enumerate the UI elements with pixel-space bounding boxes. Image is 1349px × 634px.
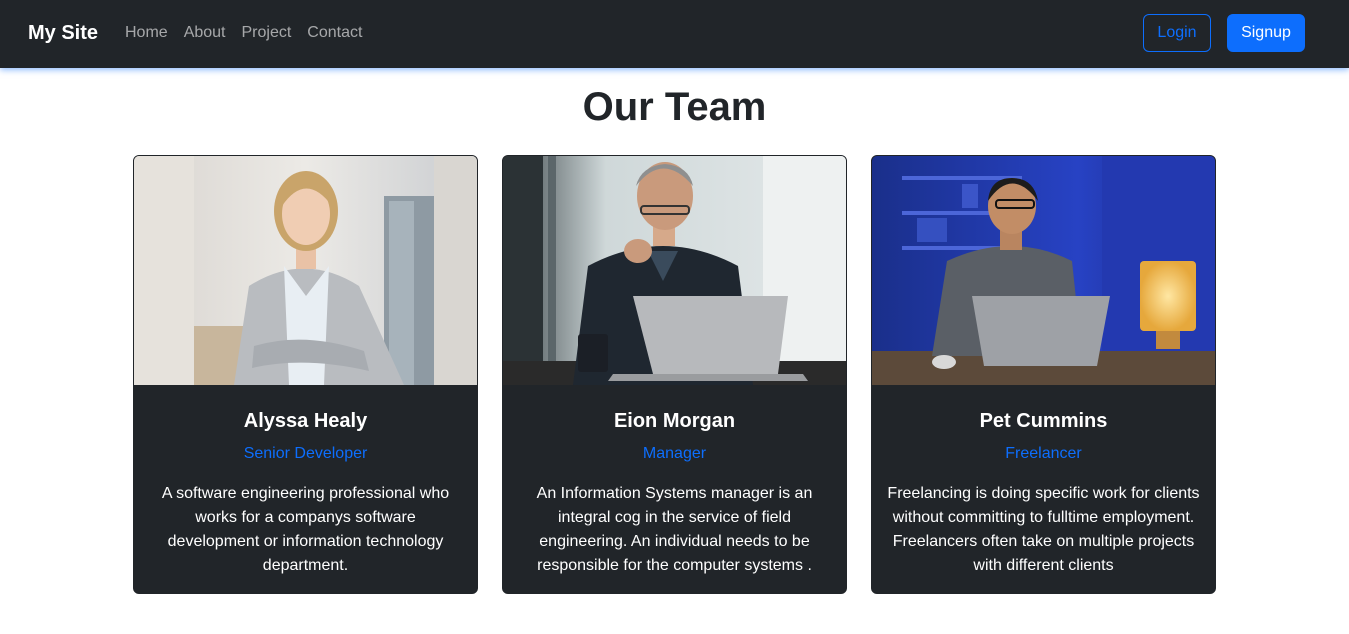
login-button[interactable]: Login (1143, 14, 1211, 52)
team-member-name: Eion Morgan (613, 410, 736, 432)
navbar: My Site Home About Project Contact Login… (0, 0, 1349, 68)
team-member-description: A software engineering professional who … (161, 485, 450, 574)
nav-link-contact[interactable]: Contact (307, 22, 362, 44)
page-title: Our Team (582, 85, 767, 129)
brand-logo[interactable]: My Site (28, 20, 98, 46)
nav-link-project[interactable]: Project (242, 22, 292, 44)
team-member-role: Senior Developer (243, 445, 368, 462)
nav-links: Home About Project Contact (125, 22, 362, 44)
team-member-description: Freelancing is doing specific work for c… (887, 485, 1200, 574)
nav-link-about[interactable]: About (184, 22, 226, 44)
team-member-role: Freelancer (1005, 445, 1082, 462)
team-card: Eion Morgan Manager An Information Syste… (502, 155, 847, 594)
team-member-name: Pet Cummins (979, 410, 1108, 432)
team-member-name: Alyssa Healy (243, 410, 368, 432)
team-member-photo (872, 156, 1215, 385)
team-member-role: Manager (642, 445, 707, 462)
team-member-description: An Information Systems manager is an int… (536, 485, 813, 574)
nav-link-home[interactable]: Home (125, 22, 168, 44)
signup-button[interactable]: Signup (1227, 14, 1305, 52)
team-card: Pet Cummins Freelancer Freelancing is do… (871, 155, 1216, 594)
team-member-photo (134, 156, 477, 385)
team-member-photo (503, 156, 846, 385)
team-card: Alyssa Healy Senior Developer A software… (133, 155, 478, 594)
